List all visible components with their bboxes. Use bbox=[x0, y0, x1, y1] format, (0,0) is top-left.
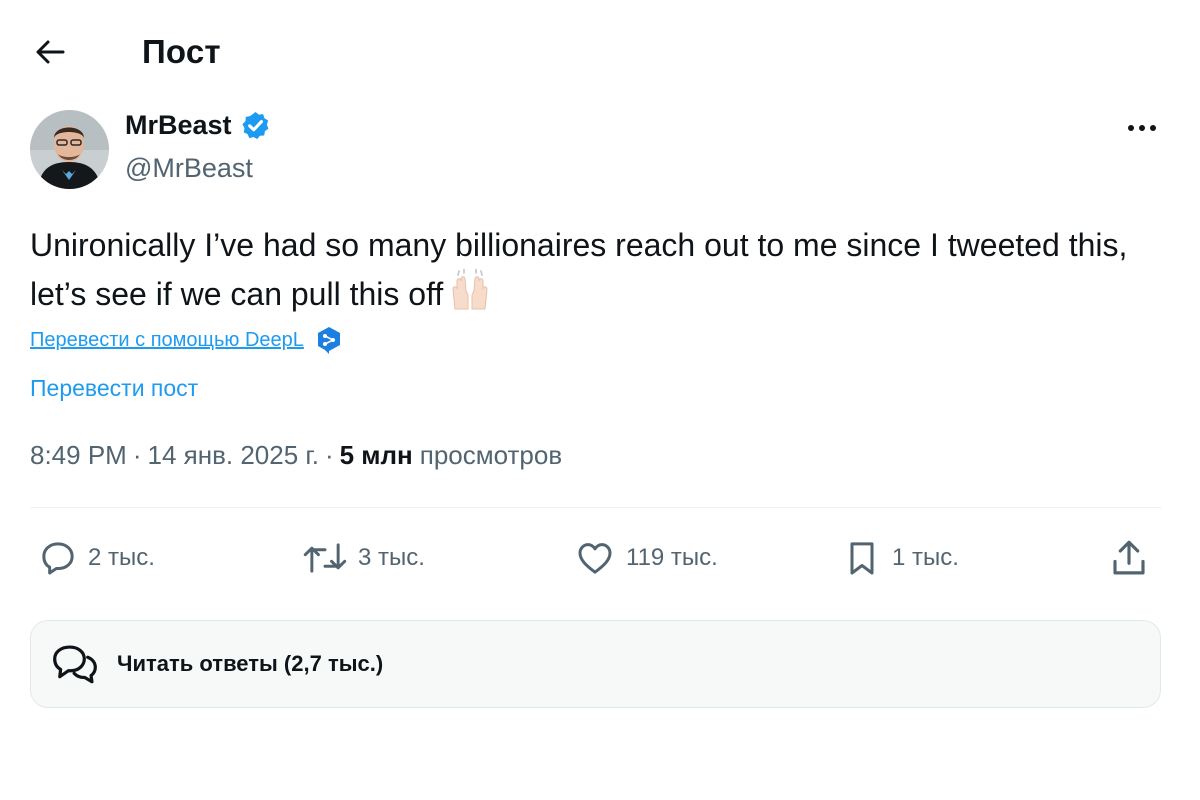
meta-separator: · bbox=[324, 440, 334, 470]
arrow-left-icon bbox=[36, 40, 65, 64]
deepl-translate-row: Перевести с помощью DeepL bbox=[30, 326, 342, 354]
back-button[interactable] bbox=[28, 30, 72, 74]
post-meta: 8:49 PM · 14 янв. 2025 г. · 5 млн просмо… bbox=[30, 440, 562, 471]
avatar[interactable] bbox=[30, 110, 109, 189]
post-text: Unironically I’ve had so many billionair… bbox=[30, 221, 1180, 318]
like-count: 119 тыс. bbox=[626, 544, 718, 571]
share-upload-icon bbox=[1113, 540, 1145, 575]
divider bbox=[30, 507, 1162, 508]
views-label: просмотров bbox=[419, 440, 563, 470]
more-dots-icon bbox=[1128, 125, 1156, 131]
author-handle[interactable]: @MrBeast bbox=[125, 153, 253, 184]
author-name[interactable]: MrBeast bbox=[125, 110, 271, 141]
meta-separator: · bbox=[132, 440, 142, 470]
page-title: Пост bbox=[142, 33, 221, 70]
post-header: Пост bbox=[0, 0, 1200, 108]
more-options-button[interactable] bbox=[1118, 110, 1166, 146]
bookmark-count: 1 тыс. bbox=[892, 544, 959, 571]
bookmark-button[interactable]: 1 тыс. bbox=[842, 530, 959, 586]
views-count[interactable]: 5 млн bbox=[340, 440, 413, 471]
reply-count: 2 тыс. bbox=[88, 544, 155, 571]
translate-post-link[interactable]: Перевести пост bbox=[30, 375, 198, 402]
raising-hands-emoji-icon bbox=[452, 269, 488, 310]
reply-bubble-icon bbox=[42, 542, 74, 575]
verified-badge-icon bbox=[242, 111, 268, 140]
repost-count: 3 тыс. bbox=[358, 544, 425, 571]
deepl-translate-link[interactable]: Перевести с помощью DeepL bbox=[30, 329, 304, 352]
replies-bubbles-icon bbox=[53, 645, 97, 684]
post-text-content: Unironically I’ve had so many billionair… bbox=[30, 227, 1128, 312]
repost-icon bbox=[303, 543, 347, 573]
reply-button[interactable]: 2 тыс. bbox=[38, 530, 155, 586]
post-date[interactable]: 14 янв. 2025 г. bbox=[148, 440, 319, 471]
read-replies-label: Читать ответы (2,7 тыс.) bbox=[117, 651, 384, 676]
heart-icon bbox=[578, 543, 612, 574]
action-bar: 2 тыс. 3 тыс. 119 тыс. 1 тыс. bbox=[30, 530, 1162, 586]
bookmark-icon bbox=[850, 542, 874, 575]
read-replies-button[interactable]: Читать ответы (2,7 тыс.) bbox=[30, 620, 1161, 708]
like-button[interactable]: 119 тыс. bbox=[574, 530, 718, 586]
share-button[interactable] bbox=[1108, 530, 1150, 586]
repost-button[interactable]: 3 тыс. bbox=[302, 530, 425, 586]
author-name-text: MrBeast bbox=[125, 110, 232, 140]
post-time[interactable]: 8:49 PM bbox=[30, 440, 127, 471]
deepl-icon[interactable] bbox=[316, 326, 342, 354]
